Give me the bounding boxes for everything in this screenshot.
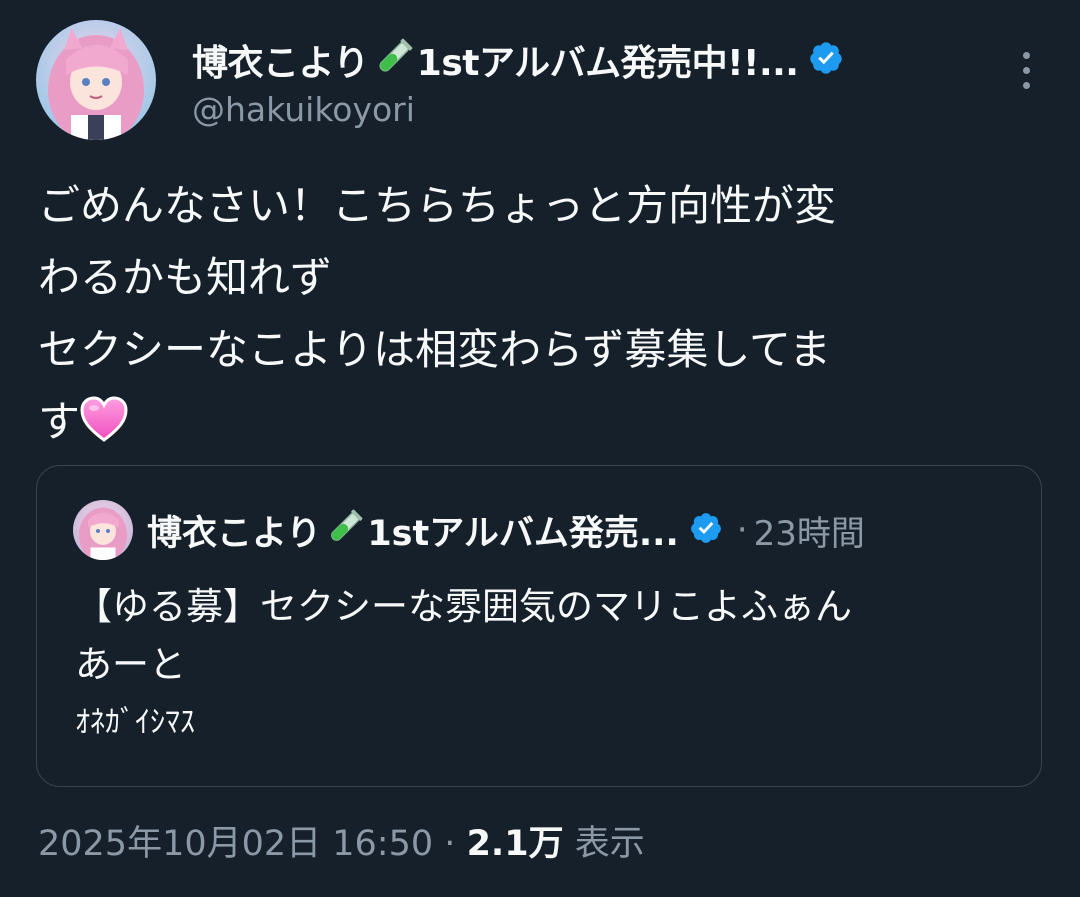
pink-heart-icon — [80, 392, 128, 464]
quoted-separator: · — [736, 510, 748, 550]
author-handle[interactable]: @hakuikoyori — [192, 90, 415, 129]
views-count: 2.1万 — [466, 824, 564, 864]
quoted-author-name-suffix: 1stアルバム発売... — [367, 513, 679, 554]
verified-badge-icon — [808, 40, 844, 80]
tweet-line: セクシーなこよりは相変わらず募集してま — [38, 325, 831, 374]
tweet-detail: 博衣こより 1stアルバム発売中!!... @hakuikoyori ごめんなさ… — [0, 0, 1080, 897]
author-name-suffix: 1stアルバム発売中!!... — [416, 43, 799, 84]
verified-badge-icon — [689, 511, 723, 549]
tweet-line-last: す — [38, 386, 1038, 464]
author-avatar[interactable] — [36, 20, 156, 140]
tweet-line: わるかも知れず — [38, 253, 333, 302]
tweet-text: ごめんなさい！こちらちょっと方向性が変 わるかも知れず セクシーなこよりは相変わ… — [38, 170, 1038, 464]
quoted-line: ｵﾈｶﾞｲｼﾏｽ — [75, 705, 195, 740]
tweet-header: 博衣こより 1stアルバム発売中!!... @hakuikoyori — [36, 20, 1046, 140]
test-tube-icon — [371, 36, 415, 84]
quoted-time[interactable]: 23時間 — [754, 506, 865, 555]
more-options-icon[interactable] — [1006, 50, 1046, 90]
quoted-author-name-prefix: 博衣こより — [147, 513, 322, 554]
quoted-line: 【ゆる募】セクシーな雰囲気のマリこよふぁん — [75, 585, 852, 628]
views-label: 表示 — [574, 824, 645, 864]
quoted-header: 博衣こより 1stアルバム発売... · 23時間 — [73, 500, 865, 560]
test-tube-icon — [323, 507, 365, 553]
author-name-row[interactable]: 博衣こより 1stアルバム発売中!!... — [192, 32, 844, 88]
quoted-author-avatar — [73, 500, 133, 560]
quoted-tweet[interactable]: 博衣こより 1stアルバム発売... · 23時間 【ゆる募】セクシーな雰囲気の… — [36, 465, 1042, 787]
footer-separator: · — [444, 824, 456, 864]
tweet-line: ごめんなさい！こちらちょっと方向性が変 — [38, 181, 837, 230]
tweet-timestamp[interactable]: 2025年10月02日 16:50 — [38, 824, 433, 864]
tweet-footer: 2025年10月02日 16:50 · 2.1万 表示 — [38, 815, 645, 866]
quoted-text: 【ゆる募】セクシーな雰囲気のマリこよふぁん あーと ｵﾈｶﾞｲｼﾏｽ — [75, 578, 852, 752]
quoted-line: あーと — [75, 643, 186, 686]
author-name-prefix: 博衣こより — [192, 43, 369, 84]
